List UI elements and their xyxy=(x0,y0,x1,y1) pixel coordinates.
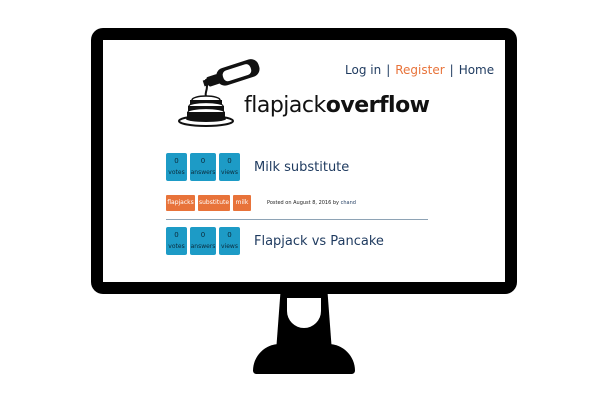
views-count: 0 xyxy=(227,157,232,165)
votes-label: votes xyxy=(168,243,185,250)
views-badge: 0 views xyxy=(219,153,240,181)
answers-label: answers xyxy=(190,169,216,176)
votes-label: votes xyxy=(168,169,185,176)
views-label: views xyxy=(221,243,238,250)
answers-badge: 0 answers xyxy=(190,153,216,181)
votes-badge: 0 votes xyxy=(166,227,187,255)
tag-flapjacks[interactable]: flapjacks xyxy=(166,195,195,211)
home-link[interactable]: Home xyxy=(459,63,494,77)
answers-count: 0 xyxy=(200,231,206,239)
site-logo-text[interactable]: flapjackoverflow xyxy=(244,93,430,118)
tag-milk[interactable]: milk xyxy=(233,195,251,211)
top-nav: Log in | Register | Home xyxy=(345,63,494,77)
votes-count: 0 xyxy=(174,157,179,165)
votes-badge: 0 votes xyxy=(166,153,187,181)
answers-count: 0 xyxy=(200,157,206,165)
register-link[interactable]: Register xyxy=(395,63,444,77)
views-count: 0 xyxy=(227,231,232,239)
author-link[interactable]: chand xyxy=(341,200,356,206)
question-title-link[interactable]: Milk substitute xyxy=(254,160,349,175)
question-divider xyxy=(166,219,428,220)
brand-bold-text: overflow xyxy=(325,93,430,118)
views-badge: 0 views xyxy=(219,227,240,255)
posted-info: Posted on August 8, 2016 by chand xyxy=(267,200,356,206)
login-link[interactable]: Log in xyxy=(345,63,381,77)
posted-date-text: Posted on August 8, 2016 by xyxy=(267,200,340,206)
views-label: views xyxy=(221,169,238,176)
question-item: 0 votes 0 answers 0 views Flapjack vs Pa… xyxy=(166,227,436,257)
question-item: 0 votes 0 answers 0 views Milk substitut… xyxy=(166,153,436,183)
nav-separator: | xyxy=(386,63,391,77)
nav-separator: | xyxy=(449,63,454,77)
question-title-link[interactable]: Flapjack vs Pancake xyxy=(254,234,384,249)
monitor-stand-base xyxy=(253,344,355,374)
answers-badge: 0 answers xyxy=(190,227,216,255)
answers-label: answers xyxy=(190,243,216,250)
brand-light-text: flapjack xyxy=(244,93,326,118)
tag-substitute[interactable]: substitute xyxy=(198,195,230,211)
votes-count: 0 xyxy=(174,231,179,239)
